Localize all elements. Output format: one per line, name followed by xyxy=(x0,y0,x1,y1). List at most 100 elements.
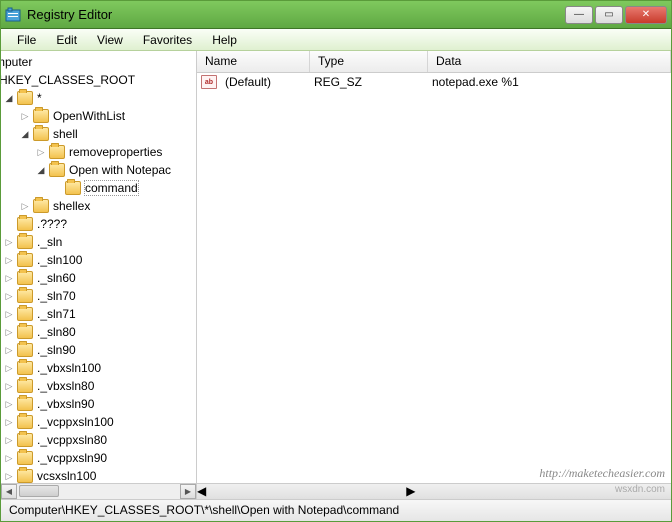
tree-openwithlist[interactable]: OpenWithList xyxy=(53,109,125,123)
tree-item-label[interactable]: ._vbxsln100 xyxy=(37,361,101,375)
menu-view[interactable]: View xyxy=(87,31,133,49)
tree-item-label[interactable]: ._sln71 xyxy=(37,307,76,321)
menu-help[interactable]: Help xyxy=(202,31,247,49)
arrow-icon[interactable]: ▷ xyxy=(3,399,15,410)
folder-icon xyxy=(17,307,33,321)
arrow-open-icon[interactable]: ◢ xyxy=(3,93,15,104)
tree-item-label[interactable]: ._vcppxsln80 xyxy=(37,433,107,447)
tree-item[interactable]: ▷ ._sln70 xyxy=(1,287,196,305)
tree-item-label[interactable]: ._sln60 xyxy=(37,271,76,285)
arrow-icon[interactable]: ▷ xyxy=(3,273,15,284)
folder-icon xyxy=(49,163,65,177)
folder-icon xyxy=(17,253,33,267)
scroll-track[interactable] xyxy=(17,484,180,499)
tree-star[interactable]: * xyxy=(37,91,42,105)
list-body[interactable]: ab (Default) REG_SZ notepad.exe %1 xyxy=(197,73,671,483)
arrow-icon[interactable]: ▷ xyxy=(3,417,15,428)
folder-icon xyxy=(17,469,33,483)
arrow-open-icon[interactable]: ◢ xyxy=(19,129,31,140)
tree-openwithnotepad[interactable]: Open with Notepac xyxy=(69,163,171,177)
scroll-left-icon[interactable]: ◀ xyxy=(1,484,17,499)
arrow-icon[interactable]: ▷ xyxy=(19,201,31,212)
list-hscroll[interactable]: ◀ ▶ xyxy=(197,483,671,499)
registry-tree[interactable]: mputer HKEY_CLASSES_ROOT ◢ * ▷ OpenWithLis… xyxy=(1,51,196,483)
tree-item-label[interactable]: ._vbxsln80 xyxy=(37,379,94,393)
tree-item[interactable]: ▷ ._vcppxsln90 xyxy=(1,449,196,467)
tree-item-label[interactable]: ._vcppxsln90 xyxy=(37,451,107,465)
menu-edit[interactable]: Edit xyxy=(46,31,87,49)
tree-item[interactable]: ▷ ._sln xyxy=(1,233,196,251)
tree-item[interactable]: ▷ ._sln80 xyxy=(1,323,196,341)
tree-item[interactable]: ▷ ._sln60 xyxy=(1,269,196,287)
tree-pane: mputer HKEY_CLASSES_ROOT ◢ * ▷ OpenWithLis… xyxy=(1,51,197,499)
scroll-track[interactable] xyxy=(206,484,406,499)
folder-icon xyxy=(17,343,33,357)
tree-item-label[interactable]: vcsxsln100 xyxy=(37,469,96,483)
tree-hkey[interactable]: HKEY_CLASSES_ROOT xyxy=(1,73,135,87)
list-row[interactable]: ab (Default) REG_SZ notepad.exe %1 xyxy=(197,73,671,91)
folder-icon xyxy=(33,199,49,213)
arrow-icon[interactable]: ▷ xyxy=(3,453,15,464)
arrow-icon[interactable]: ▷ xyxy=(3,255,15,266)
folder-icon xyxy=(17,397,33,411)
tree-shell[interactable]: shell xyxy=(53,127,78,141)
tree-item[interactable]: ▷ ._vcppxsln80 xyxy=(1,431,196,449)
arrow-icon[interactable]: ▷ xyxy=(3,363,15,374)
close-button[interactable]: ✕ xyxy=(625,6,667,24)
minimize-button[interactable]: — xyxy=(565,6,593,24)
tree-item-label[interactable]: ._sln90 xyxy=(37,343,76,357)
cell-name[interactable]: (Default) xyxy=(221,75,310,89)
arrow-icon[interactable]: ▷ xyxy=(3,291,15,302)
menubar: File Edit View Favorites Help xyxy=(1,29,671,51)
tree-removeprops[interactable]: removeproperties xyxy=(69,145,162,159)
tree-item[interactable]: ▷ vcsxsln100 xyxy=(1,467,196,483)
tree-item-label[interactable]: ._vcppxsln100 xyxy=(37,415,114,429)
arrow-icon[interactable]: ▷ xyxy=(3,237,15,248)
arrow-icon[interactable]: ▷ xyxy=(35,147,47,158)
menu-file[interactable]: File xyxy=(7,31,46,49)
folder-icon xyxy=(17,415,33,429)
tree-item-label[interactable]: ._sln70 xyxy=(37,289,76,303)
folder-icon xyxy=(33,109,49,123)
tree-item-label[interactable]: ._vbxsln90 xyxy=(37,397,94,411)
arrow-icon[interactable]: ▷ xyxy=(3,327,15,338)
arrow-icon[interactable]: ▷ xyxy=(3,345,15,356)
tree-item-label[interactable]: ._sln xyxy=(37,235,62,249)
tree-computer[interactable]: mputer xyxy=(1,55,32,69)
tree-command[interactable]: command xyxy=(85,181,138,195)
tree-item[interactable]: ▷ ._sln100 xyxy=(1,251,196,269)
scroll-right-icon[interactable]: ▶ xyxy=(406,484,415,499)
scroll-thumb[interactable] xyxy=(19,485,59,497)
arrow-icon[interactable]: ▷ xyxy=(19,111,31,122)
col-data[interactable]: Data xyxy=(428,51,671,72)
tree-item[interactable]: ▷ ._vbxsln80 xyxy=(1,377,196,395)
tree-item-label[interactable]: ._sln80 xyxy=(37,325,76,339)
scroll-right-icon[interactable]: ▶ xyxy=(180,484,196,499)
arrow-icon[interactable]: ▷ xyxy=(3,471,15,482)
tree-shellex[interactable]: shellex xyxy=(53,199,90,213)
tree-item[interactable]: ▷ ._sln71 xyxy=(1,305,196,323)
arrow-open-icon[interactable]: ◢ xyxy=(35,165,47,176)
window-title: Registry Editor xyxy=(27,7,565,22)
folder-icon xyxy=(17,451,33,465)
maximize-button[interactable]: ▭ xyxy=(595,6,623,24)
tree-hscroll[interactable]: ◀ ▶ xyxy=(1,483,196,499)
scroll-left-icon[interactable]: ◀ xyxy=(197,484,206,499)
tree-item[interactable]: ▷ ._vcppxsln100 xyxy=(1,413,196,431)
titlebar: Registry Editor — ▭ ✕ xyxy=(1,1,671,29)
arrow-icon[interactable]: ▷ xyxy=(3,309,15,320)
tree-item[interactable]: ▷ ._sln90 xyxy=(1,341,196,359)
menu-favorites[interactable]: Favorites xyxy=(133,31,202,49)
col-name[interactable]: Name xyxy=(197,51,310,72)
tree-item[interactable]: ▷ ._vbxsln90 xyxy=(1,395,196,413)
tree-dotq[interactable]: .???? xyxy=(37,217,67,231)
arrow-icon[interactable]: ▷ xyxy=(3,381,15,392)
folder-icon xyxy=(17,325,33,339)
col-type[interactable]: Type xyxy=(310,51,428,72)
tree-item-label[interactable]: ._sln100 xyxy=(37,253,82,267)
status-path: Computer\HKEY_CLASSES_ROOT\*\shell\Open … xyxy=(9,503,399,517)
folder-icon xyxy=(17,235,33,249)
arrow-icon[interactable]: ▷ xyxy=(3,435,15,446)
tree-item[interactable]: ▷ ._vbxsln100 xyxy=(1,359,196,377)
folder-icon xyxy=(17,91,33,105)
